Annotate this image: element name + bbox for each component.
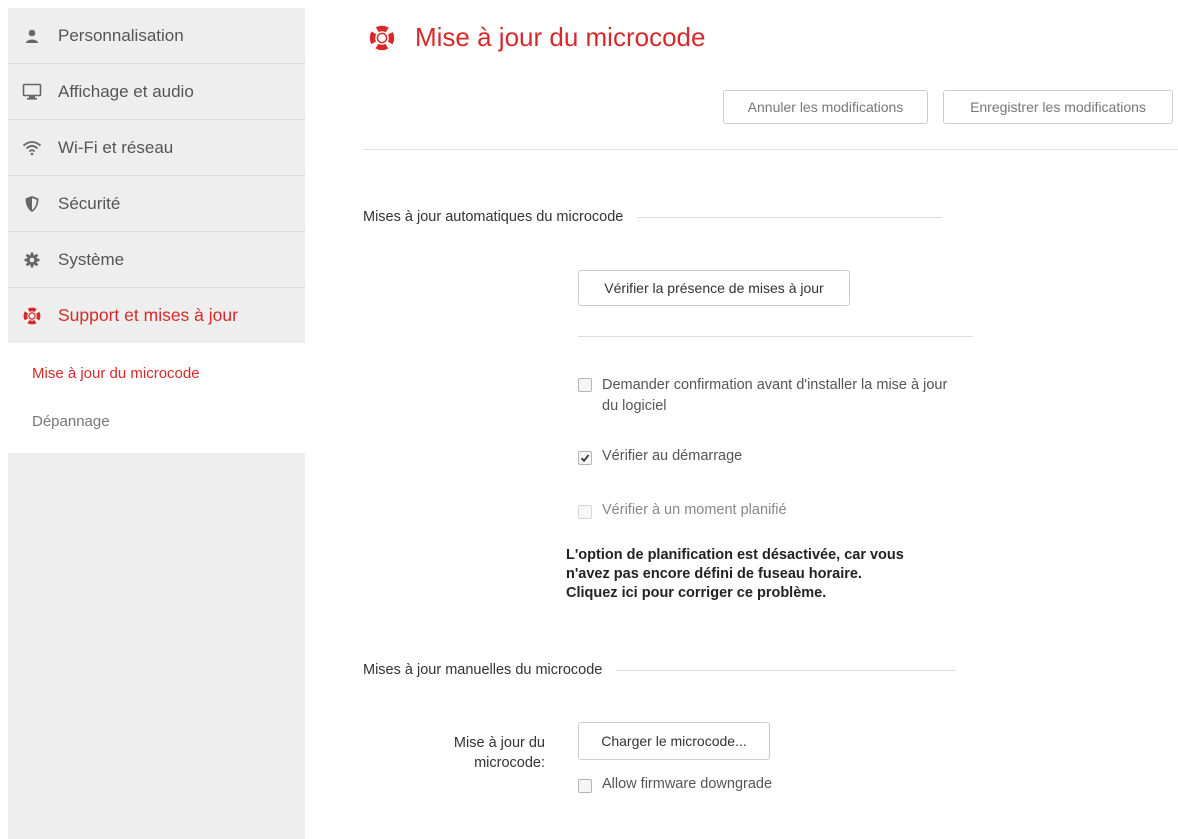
confirm-install-checkbox[interactable] [578, 378, 592, 392]
auto-updates-section-label: Mises à jour automatiques du microcode [363, 209, 624, 225]
lifebuoy-icon [369, 25, 395, 51]
allow-downgrade-option: Allow firmware downgrade [578, 776, 772, 793]
field-label-line: microcode: [474, 755, 545, 771]
subnav-item-mise-a-jour-microcode[interactable]: Mise à jour du microcode [8, 349, 305, 397]
manual-updates-section-title: Mises à jour manuelles du microcode [363, 662, 957, 678]
sidebar-item-affichage-audio[interactable]: Affichage et audio [8, 64, 305, 120]
wifi-icon [22, 138, 42, 158]
sidebar-item-label: Affichage et audio [58, 81, 194, 101]
schedule-disabled-note[interactable]: L'option de planification est désactivée… [566, 546, 966, 603]
note-line-link[interactable]: Cliquez ici pour corriger ce problème. [566, 584, 966, 603]
firmware-upload-label: Mise à jour du microcode: [405, 733, 545, 773]
check-at-startup-label: Vérifier au démarrage [602, 448, 743, 464]
note-line: n'avez pas encore défini de fuseau horai… [566, 566, 862, 582]
check-updates-button[interactable]: Vérifier la présence de mises à jour [578, 270, 850, 306]
allow-downgrade-checkbox[interactable] [578, 779, 592, 793]
sidebar-item-personnalisation[interactable]: Personnalisation [8, 8, 305, 64]
sidebar-item-label: Personnalisation [58, 25, 184, 45]
confirm-install-label: Demander confirmation avant d'installer … [602, 377, 948, 414]
check-at-startup-option: Vérifier au démarrage [578, 448, 742, 465]
sidebar-item-label: Système [58, 249, 125, 269]
sidebar-item-label: Support et mises à jour [58, 305, 238, 325]
sidebar: Personnalisation Affichage et audio Wi-F… [8, 8, 305, 839]
field-label-line: Mise à jour du [453, 735, 545, 751]
sidebar-item-label: Wi-Fi et réseau [58, 137, 174, 157]
shield-icon [22, 194, 42, 214]
main-content: Mise à jour du microcode Annuler les mod… [305, 0, 1178, 839]
cancel-changes-button[interactable]: Annuler les modifications [723, 90, 928, 124]
confirm-install-option: Demander confirmation avant d'installer … [578, 375, 958, 417]
note-line: L'option de planification est désactivée… [566, 547, 904, 563]
scheduled-check-label: Vérifier à un moment planifié [602, 502, 787, 518]
scheduled-check-checkbox[interactable] [578, 505, 592, 519]
section-divider [616, 669, 957, 671]
sidebar-item-wifi-reseau[interactable]: Wi-Fi et réseau [8, 120, 305, 176]
upload-firmware-button[interactable]: Charger le microcode... [578, 722, 770, 760]
save-changes-button[interactable]: Enregistrer les modifications [943, 90, 1173, 124]
gear-icon [22, 250, 42, 270]
page-title-text: Mise à jour du microcode [415, 22, 706, 52]
manual-updates-section-label: Mises à jour manuelles du microcode [363, 662, 603, 678]
page-title: Mise à jour du microcode [369, 22, 705, 53]
sidebar-item-securite[interactable]: Sécurité [8, 176, 305, 232]
scheduled-check-option: Vérifier à un moment planifié [578, 502, 787, 519]
sidebar-item-systeme[interactable]: Système [8, 232, 305, 288]
header-divider [363, 149, 1178, 150]
checkmark-icon [580, 454, 590, 463]
check-at-startup-checkbox[interactable] [578, 451, 592, 465]
auto-updates-section-title: Mises à jour automatiques du microcode [363, 209, 943, 225]
allow-downgrade-label: Allow firmware downgrade [602, 776, 773, 792]
section-divider [637, 216, 943, 218]
subnav-item-depannage[interactable]: Dépannage [8, 397, 305, 445]
monitor-icon [22, 82, 42, 102]
sidebar-item-support[interactable]: Support et mises à jour [8, 288, 305, 343]
section-divider [578, 336, 973, 337]
sidebar-subnav: Mise à jour du microcode Dépannage [8, 343, 305, 453]
user-icon [22, 26, 42, 46]
sidebar-item-label: Sécurité [58, 193, 121, 213]
lifebuoy-icon [22, 306, 42, 326]
